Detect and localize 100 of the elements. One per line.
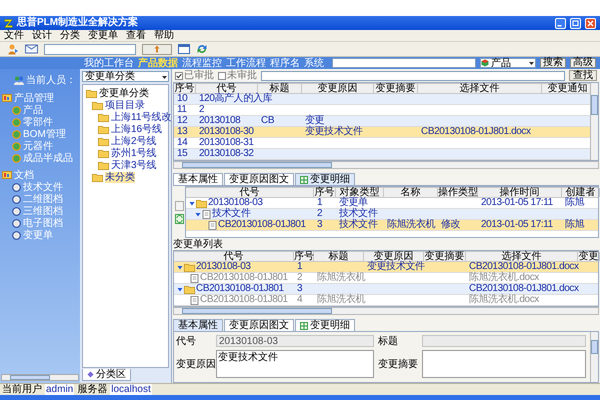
tab[interactable]: 基本属性 bbox=[173, 319, 223, 331]
horizontal-scrollbar[interactable] bbox=[173, 307, 599, 315]
mail-icon[interactable] bbox=[25, 44, 38, 54]
table-row[interactable]: 13 20130108-30 变更技术文件 CB20130108-01J801.docx bbox=[174, 127, 590, 138]
tree-item[interactable]: 苏州1号线 bbox=[111, 148, 157, 158]
upload-button[interactable] bbox=[142, 44, 172, 54]
table-row[interactable]: 12 20130108 CB 变更 bbox=[174, 116, 590, 127]
status-label: 当前用户 bbox=[2, 384, 42, 395]
column-header[interactable]: 操作类型 bbox=[438, 188, 478, 197]
nav-link[interactable]: 我的工作台 bbox=[84, 58, 134, 68]
table-row[interactable]: 20130108-03 1 变更单 2013-01-05 17:11 陈旭 bbox=[186, 198, 598, 209]
text-field[interactable]: 20130108-03 bbox=[216, 335, 374, 347]
table-cell: 20130108-03 bbox=[196, 262, 251, 272]
column-header[interactable]: 序号 bbox=[314, 188, 336, 197]
column-header[interactable]: 代号 bbox=[186, 188, 314, 197]
table-row[interactable]: 20130108-03 1 变更技术文件 CB20130108-01J801.docx bbox=[174, 262, 598, 273]
refresh-icon[interactable] bbox=[196, 43, 208, 55]
folder-icon bbox=[98, 148, 109, 158]
column-header[interactable]: 序号 bbox=[294, 252, 314, 261]
tree-item[interactable]: 上海11号线改 bbox=[111, 112, 172, 122]
text-area[interactable]: 变更技术文件 bbox=[216, 350, 374, 378]
table-cell: 陈旭 bbox=[565, 220, 584, 230]
tab[interactable]: 变更明细 bbox=[295, 173, 355, 185]
table-cell: 修改 bbox=[441, 220, 460, 230]
folder-icon bbox=[98, 124, 109, 134]
menu-item[interactable]: 变更单 bbox=[88, 30, 118, 41]
table-cell: 陈旭洗衣机 bbox=[317, 273, 366, 283]
maximize-button[interactable] bbox=[570, 18, 581, 28]
minimize-button[interactable] bbox=[555, 18, 566, 28]
grid-icon bbox=[300, 176, 308, 184]
column-header[interactable]: 创建者 bbox=[562, 188, 600, 197]
toolbar-field[interactable] bbox=[44, 44, 136, 54]
menu-item[interactable]: 帮助 bbox=[154, 30, 174, 41]
table-row[interactable]: 技术文件 2 技术文件 bbox=[186, 209, 598, 220]
column-header[interactable]: 代号 bbox=[174, 252, 294, 261]
checkbox[interactable] bbox=[218, 72, 226, 80]
table-row[interactable]: 10 120高产人的入库 bbox=[174, 94, 590, 105]
tree-item[interactable]: 上海2号线 bbox=[111, 136, 157, 146]
tree-item[interactable]: 项目目录 bbox=[105, 100, 145, 110]
search-button[interactable]: 搜索 bbox=[540, 58, 566, 68]
page-icon[interactable] bbox=[174, 200, 184, 210]
table-cell: CB20130108-01J801.docx bbox=[469, 262, 579, 272]
table-row[interactable]: CB20130108-01J801 3 CB20130108-01J801.docx bbox=[174, 284, 598, 295]
sidebar-header: 当前人员： bbox=[26, 74, 76, 86]
nav-link[interactable]: 程序名 bbox=[270, 58, 300, 68]
column-header[interactable]: 变更 bbox=[578, 252, 600, 261]
column-header[interactable]: 代号 bbox=[196, 84, 258, 93]
tree-item[interactable]: 天津3号线 bbox=[111, 160, 157, 170]
horizontal-scrollbar[interactable] bbox=[1, 374, 79, 381]
horizontal-scrollbar[interactable] bbox=[173, 161, 599, 169]
menu-item[interactable]: 文件 bbox=[4, 30, 24, 41]
tab[interactable]: 基本属性 bbox=[173, 173, 223, 185]
column-header[interactable]: 操作时间 bbox=[478, 188, 562, 197]
tab[interactable]: 变更明细 bbox=[295, 319, 355, 331]
column-header[interactable]: 标题 bbox=[258, 84, 302, 93]
column-header[interactable]: 对象类型 bbox=[336, 188, 384, 197]
checkbox[interactable] bbox=[175, 72, 183, 80]
table-row[interactable]: 11 2 bbox=[174, 105, 590, 116]
nav-link[interactable]: 流程监控 bbox=[182, 58, 222, 68]
column-header[interactable]: 序号 bbox=[174, 84, 196, 93]
collapse-icon[interactable] bbox=[195, 210, 201, 218]
table-row[interactable]: CB20130108-01J801 3 技术文件 陈旭洗衣机 修改 2013-01-05 17:11 陈旭 bbox=[186, 220, 598, 231]
vertical-scrollbar[interactable] bbox=[590, 83, 598, 160]
search-field[interactable] bbox=[332, 58, 476, 68]
text-area[interactable] bbox=[422, 350, 586, 378]
refresh-icon[interactable] bbox=[174, 214, 184, 224]
column-header[interactable]: 变更原因 bbox=[364, 252, 424, 261]
menu-item[interactable]: 设计 bbox=[32, 30, 52, 41]
calendar-icon[interactable] bbox=[178, 44, 190, 54]
column-header[interactable]: 变更原因 bbox=[302, 84, 374, 93]
panel-tab[interactable]: 分类区 bbox=[82, 369, 131, 381]
table-row[interactable]: 15 20130108-32 bbox=[174, 149, 590, 160]
scope-dropdown[interactable]: 产品 bbox=[480, 58, 536, 68]
search-button[interactable]: 高级 bbox=[570, 58, 596, 68]
column-header[interactable]: 选择文件 bbox=[418, 84, 542, 93]
tree-item[interactable]: 变更单分类 bbox=[99, 88, 149, 98]
close-button[interactable] bbox=[585, 18, 596, 28]
table-row[interactable]: 14 20130108-31 bbox=[174, 138, 590, 149]
column-header[interactable]: 变更摘要 bbox=[424, 252, 466, 261]
filter-field[interactable] bbox=[261, 70, 565, 80]
nav-link[interactable]: 工作流程 bbox=[226, 58, 266, 68]
nav-link[interactable]: 系统 bbox=[304, 58, 324, 68]
vertical-scrollbar[interactable] bbox=[590, 332, 598, 382]
column-header[interactable]: 变更摘要 bbox=[374, 84, 418, 93]
menu-item[interactable]: 查看 bbox=[126, 30, 146, 41]
person-icon[interactable] bbox=[8, 44, 19, 54]
dropdown-value: 产品 bbox=[491, 58, 512, 68]
tab[interactable]: 变更原因图文 bbox=[224, 173, 294, 185]
column-header[interactable]: 标题 bbox=[314, 252, 364, 261]
text-field[interactable] bbox=[422, 335, 586, 347]
category-dropdown[interactable]: 变更单分类 bbox=[82, 71, 169, 82]
tab[interactable]: 变更原因图文 bbox=[224, 319, 294, 331]
find-button[interactable]: 查找 bbox=[569, 70, 597, 81]
tree-item[interactable]: 未分类 bbox=[105, 172, 135, 182]
column-header[interactable]: 名称 bbox=[384, 188, 438, 197]
column-header[interactable]: 选择文件 bbox=[466, 252, 578, 261]
table-cell: 2 bbox=[317, 209, 322, 219]
menu-item[interactable]: 分类 bbox=[60, 30, 80, 41]
table-cell: CB20130108-01J801 bbox=[196, 284, 284, 294]
tree-item[interactable]: 上海16号线 bbox=[111, 124, 162, 134]
